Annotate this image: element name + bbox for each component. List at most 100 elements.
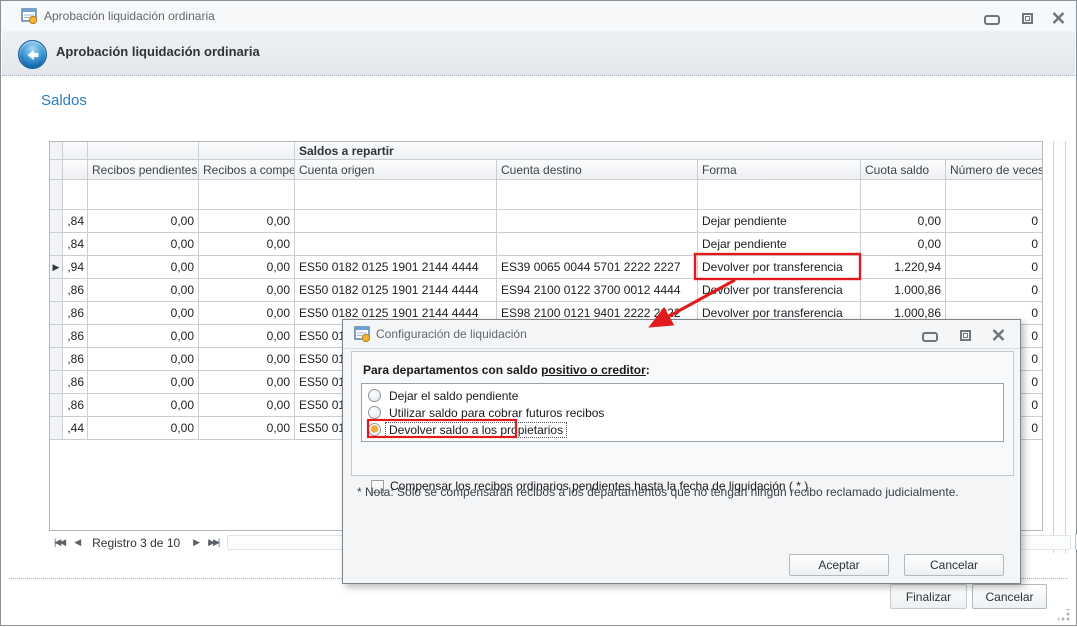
cell-numero-veces[interactable]: 0 <box>946 210 1042 232</box>
restore-button[interactable] <box>1016 10 1038 26</box>
cell-forma[interactable]: Devolver por transferencia <box>698 279 861 301</box>
close-button[interactable] <box>1047 10 1069 26</box>
back-button[interactable] <box>18 40 47 69</box>
radio-option[interactable]: Dejar el saldo pendiente <box>368 387 1003 404</box>
cell-recibos-pendientes[interactable]: 0,00 <box>88 325 199 347</box>
cell-recibos-a-compensar[interactable]: 0,00 <box>199 233 295 255</box>
cell-saldo[interactable]: ,86 <box>63 302 88 324</box>
cell-recibos-pendientes[interactable]: 0,00 <box>88 348 199 370</box>
cell-cuota-saldo[interactable]: 1.000,86 <box>861 279 946 301</box>
row-indicator-cell[interactable] <box>50 348 63 370</box>
cell-cuenta-origen[interactable]: ES50 0182 0125 1901 2144 4444 <box>295 279 497 301</box>
row-indicator-cell[interactable] <box>50 325 63 347</box>
row-indicator-cell[interactable] <box>50 210 63 232</box>
row-indicator-cell[interactable] <box>50 371 63 393</box>
minimize-button[interactable] <box>981 10 1003 26</box>
column-header-forma[interactable]: Forma <box>698 160 861 179</box>
dialog-minimize-button[interactable] <box>919 327 941 343</box>
nav-prev-button[interactable]: ◀ <box>74 537 79 548</box>
row-indicator-cell[interactable] <box>50 394 63 416</box>
table-row[interactable]: ,860,000,00ES50 0182 0125 1901 2144 4444… <box>50 279 1042 302</box>
cell-recibos-pendientes[interactable]: 0,00 <box>88 394 199 416</box>
cell-recibos-pendientes[interactable]: 0,00 <box>88 256 199 278</box>
cell-cuenta-origen[interactable] <box>295 180 497 209</box>
cell-saldo[interactable]: ,86 <box>63 394 88 416</box>
cell-saldo[interactable]: ,86 <box>63 348 88 370</box>
cell-cuenta-origen[interactable] <box>295 210 497 232</box>
cell-recibos-pendientes[interactable]: 0,00 <box>88 233 199 255</box>
cell-cuota-saldo[interactable]: 0,00 <box>861 210 946 232</box>
cell-forma[interactable]: Devolver por transferencia <box>698 256 861 278</box>
cell-numero-veces[interactable]: 0 <box>946 233 1042 255</box>
cell-cuota-saldo[interactable]: 1.220,94 <box>861 256 946 278</box>
nav-next-button[interactable]: ▶ <box>193 537 198 548</box>
cell-recibos-a-compensar[interactable]: 0,00 <box>199 417 295 439</box>
cell-recibos-a-compensar[interactable]: 0,00 <box>199 325 295 347</box>
cell-saldo[interactable] <box>63 180 88 209</box>
cell-recibos-a-compensar[interactable]: 0,00 <box>199 279 295 301</box>
radio-option[interactable]: Utilizar saldo para cobrar futuros recib… <box>368 404 1003 421</box>
table-row[interactable] <box>50 180 1042 210</box>
table-row[interactable]: ,840,000,00Dejar pendiente0,000 <box>50 233 1042 256</box>
cell-saldo[interactable]: ,86 <box>63 325 88 347</box>
row-indicator-cell[interactable] <box>50 233 63 255</box>
table-row[interactable]: ,840,000,00Dejar pendiente0,000 <box>50 210 1042 233</box>
cell-saldo[interactable]: ,84 <box>63 210 88 232</box>
cell-recibos-a-compensar[interactable]: 0,00 <box>199 394 295 416</box>
cell-cuenta-destino[interactable]: ES94 2100 0122 3700 0012 4444 <box>497 279 698 301</box>
column-header-recibos-a-compensar[interactable]: Recibos a compe… <box>199 160 295 179</box>
cell-numero-veces[interactable]: 0 <box>946 256 1042 278</box>
cell-cuenta-destino[interactable] <box>497 210 698 232</box>
cell-recibos-pendientes[interactable]: 0,00 <box>88 279 199 301</box>
row-indicator-cell[interactable] <box>50 302 63 324</box>
column-header-cuota-saldo[interactable]: Cuota saldo <box>861 160 946 179</box>
cell-recibos-a-compensar[interactable]: 0,00 <box>199 371 295 393</box>
cell-recibos-a-compensar[interactable] <box>199 180 295 209</box>
cell-recibos-pendientes[interactable]: 0,00 <box>88 302 199 324</box>
main-cancelar-button[interactable]: Cancelar <box>972 584 1047 609</box>
cell-cuota-saldo[interactable] <box>861 180 946 209</box>
cell-cuenta-destino[interactable]: ES39 0065 0044 5701 2222 2227 <box>497 256 698 278</box>
cell-numero-veces[interactable] <box>946 180 1042 209</box>
cell-cuenta-origen[interactable]: ES50 0182 0125 1901 2144 4444 <box>295 256 497 278</box>
row-indicator-cell[interactable] <box>50 417 63 439</box>
finalizar-button[interactable]: Finalizar <box>890 584 967 609</box>
cell-cuenta-destino[interactable] <box>497 233 698 255</box>
dialog-restore-button[interactable] <box>954 327 976 343</box>
cell-recibos-a-compensar[interactable]: 0,00 <box>199 210 295 232</box>
cell-numero-veces[interactable]: 0 <box>946 279 1042 301</box>
column-header-cuenta-origen[interactable]: Cuenta origen <box>295 160 497 179</box>
cell-saldo[interactable]: ,86 <box>63 279 88 301</box>
cell-recibos-a-compensar[interactable]: 0,00 <box>199 348 295 370</box>
cell-recibos-a-compensar[interactable]: 0,00 <box>199 256 295 278</box>
table-row[interactable]: ▶,940,000,00ES50 0182 0125 1901 2144 444… <box>50 256 1042 279</box>
band-header-saldos-a-repartir[interactable]: Saldos a repartir <box>295 142 1042 159</box>
cell-saldo[interactable]: ,44 <box>63 417 88 439</box>
radio-option[interactable]: Devolver saldo a los propietarios <box>368 421 1003 438</box>
cell-recibos-pendientes[interactable] <box>88 180 199 209</box>
row-indicator-cell[interactable] <box>50 180 63 209</box>
cell-cuenta-destino[interactable] <box>497 180 698 209</box>
dialog-cancelar-button[interactable]: Cancelar <box>904 554 1004 576</box>
resize-grip[interactable] <box>1058 609 1070 621</box>
cell-saldo[interactable]: ,86 <box>63 371 88 393</box>
row-indicator-cell[interactable] <box>50 279 63 301</box>
cell-recibos-pendientes[interactable]: 0,00 <box>88 417 199 439</box>
cell-recibos-a-compensar[interactable]: 0,00 <box>199 302 295 324</box>
column-header-saldo[interactable] <box>63 160 88 179</box>
column-header-cuenta-destino[interactable]: Cuenta destino <box>497 160 698 179</box>
cell-saldo[interactable]: ,94 <box>63 256 88 278</box>
cell-forma[interactable]: Dejar pendiente <box>698 210 861 232</box>
column-header-numero-de-veces[interactable]: Número de veces <box>946 160 1042 179</box>
row-indicator-cell[interactable]: ▶ <box>50 256 63 278</box>
radio-button-icon[interactable] <box>368 423 381 436</box>
cell-saldo[interactable]: ,84 <box>63 233 88 255</box>
radio-button-icon[interactable] <box>368 389 381 402</box>
cell-recibos-pendientes[interactable]: 0,00 <box>88 210 199 232</box>
radio-button-icon[interactable] <box>368 406 381 419</box>
nav-last-button[interactable]: ▶▶| <box>208 537 218 548</box>
column-header-recibos-pendientes[interactable]: Recibos pendientes <box>88 160 199 179</box>
vertical-scrollbar-track[interactable] <box>1053 141 1066 553</box>
cell-recibos-pendientes[interactable]: 0,00 <box>88 371 199 393</box>
cell-forma[interactable]: Dejar pendiente <box>698 233 861 255</box>
